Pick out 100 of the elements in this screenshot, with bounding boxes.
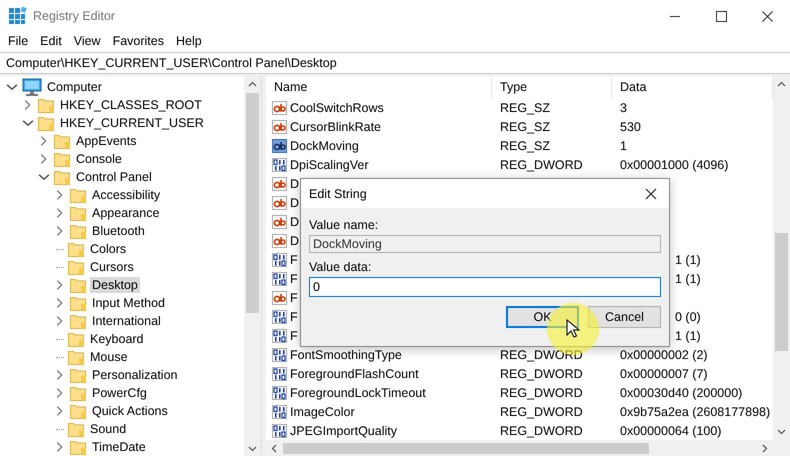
- folder-icon: [68, 421, 85, 437]
- cursor-icon: [566, 319, 580, 339]
- dialog-title: Edit String: [309, 186, 367, 200]
- value-type: REG_DWORD: [499, 366, 584, 380]
- tree-item[interactable]: Personalization: [90, 367, 180, 383]
- value-name[interactable]: F: [290, 310, 298, 324]
- tree-item[interactable]: Cursors: [88, 259, 136, 275]
- value-name[interactable]: ForegroundFlashCount: [290, 366, 419, 380]
- scroll-up-icon[interactable]: [247, 80, 258, 89]
- value-name[interactable]: F: [290, 252, 298, 266]
- scrollbar-thumb[interactable]: [246, 93, 259, 313]
- dialog-button[interactable]: OK: [506, 306, 579, 328]
- value-type: REG_SZ: [499, 100, 552, 114]
- folder-icon: [70, 367, 87, 383]
- tree-item[interactable]: Input Method: [90, 295, 167, 311]
- tree-item[interactable]: Computer: [45, 79, 104, 95]
- menu-item[interactable]: Edit: [34, 34, 68, 48]
- folder-icon: [70, 223, 87, 239]
- vertical-scrollbar[interactable]: [773, 76, 790, 440]
- computer-icon: [22, 78, 42, 96]
- menu-item[interactable]: Favorites: [106, 34, 170, 48]
- value-name[interactable]: FontSmoothingType: [290, 348, 402, 362]
- value-type: REG_SZ: [499, 120, 552, 134]
- maximize-icon[interactable]: [716, 10, 726, 22]
- folder-icon: [68, 331, 85, 347]
- window-title: Registry Editor: [33, 9, 115, 23]
- scroll-right-icon[interactable]: [760, 443, 769, 454]
- tree-item[interactable]: International: [90, 313, 163, 329]
- tree-item[interactable]: HKEY_CLASSES_ROOT: [58, 97, 204, 113]
- menu-item[interactable]: File: [2, 34, 34, 48]
- value-data: 3: [619, 100, 628, 114]
- close-icon[interactable]: [645, 188, 657, 200]
- tree-item[interactable]: Desktop: [90, 277, 140, 293]
- tree-item[interactable]: PowerCfg: [90, 385, 149, 401]
- value-type: REG_SZ: [499, 138, 552, 152]
- scroll-down-icon[interactable]: [247, 444, 258, 453]
- value-data-field[interactable]: 0: [309, 277, 661, 297]
- scroll-up-icon[interactable]: [776, 80, 787, 89]
- value-name[interactable]: F: [290, 328, 298, 342]
- value-data: 0 (0): [675, 310, 701, 324]
- value-name[interactable]: CoolSwitchRows: [290, 100, 384, 114]
- folder-icon: [70, 439, 87, 455]
- folder-icon: [54, 133, 71, 149]
- value-name[interactable]: F: [290, 290, 298, 304]
- menu-item[interactable]: View: [68, 34, 107, 48]
- menu-item[interactable]: Help: [170, 34, 208, 48]
- tree-item[interactable]: Mouse: [88, 349, 130, 365]
- value-name[interactable]: ImageColor: [290, 404, 355, 418]
- dialog-button[interactable]: Cancel: [588, 306, 661, 328]
- tree-item[interactable]: Control Panel: [74, 169, 154, 185]
- column-header[interactable]: Type: [492, 76, 612, 98]
- horizontal-scrollbar[interactable]: [266, 440, 790, 456]
- scroll-left-icon[interactable]: [270, 443, 279, 454]
- folder-icon: [70, 403, 87, 419]
- value-name[interactable]: D: [290, 234, 300, 248]
- value-name[interactable]: DockMoving: [290, 138, 359, 152]
- scrollbar-thumb[interactable]: [283, 443, 649, 454]
- close-icon[interactable]: [762, 10, 772, 22]
- value-name[interactable]: JPEGImportQuality: [290, 424, 397, 438]
- tree-item[interactable]: Bluetooth: [90, 223, 147, 239]
- address-bar[interactable]: Computer\HKEY_CURRENT_USER\Control Panel\Desktop: [0, 52, 790, 74]
- value-name[interactable]: D: [290, 176, 300, 190]
- tree-item[interactable]: Sound: [88, 421, 128, 437]
- folder-icon: [38, 115, 55, 131]
- folder-icon: [54, 169, 71, 185]
- tree-item[interactable]: Accessibility: [90, 187, 162, 203]
- value-data: 0x9b75a2ea (2608177898): [619, 404, 772, 418]
- tree-item[interactable]: Quick Actions: [90, 403, 170, 419]
- value-data: 1 (1): [675, 252, 701, 266]
- folder-icon: [68, 349, 85, 365]
- tree-item[interactable]: AppEvents: [74, 133, 138, 149]
- tree-item[interactable]: Appearance: [90, 205, 162, 221]
- vertical-scrollbar[interactable]: [244, 76, 261, 456]
- value-data: 0x00030d40 (200000): [619, 386, 744, 400]
- tree-item[interactable]: Keyboard: [88, 331, 146, 347]
- folder-icon: [70, 277, 87, 293]
- tree-item[interactable]: TimeDate: [90, 439, 148, 455]
- column-header[interactable]: Name: [266, 76, 492, 98]
- value-name-field[interactable]: DockMoving: [309, 235, 661, 253]
- scrollbar-thumb[interactable]: [775, 233, 788, 351]
- folder-icon: [54, 151, 71, 167]
- app-icon: [8, 7, 27, 25]
- value-name[interactable]: CursorBlinkRate: [290, 120, 382, 134]
- value-type: REG_DWORD: [499, 404, 584, 418]
- folder-icon: [70, 295, 87, 311]
- value-type: REG_DWORD: [499, 158, 584, 172]
- folder-icon: [38, 97, 55, 113]
- tree-item[interactable]: HKEY_CURRENT_USER: [58, 115, 206, 131]
- value-name[interactable]: D: [290, 196, 300, 210]
- tree-item[interactable]: Colors: [88, 241, 128, 257]
- value-name[interactable]: D: [290, 214, 300, 228]
- folder-icon: [68, 259, 85, 275]
- folder-icon: [70, 385, 87, 401]
- value-name[interactable]: DpiScalingVer: [290, 158, 369, 172]
- value-data: 0x00000002 (2): [619, 348, 709, 362]
- value-data: 1 (1): [675, 272, 701, 286]
- tree-item[interactable]: Console: [74, 151, 124, 167]
- scroll-down-icon[interactable]: [776, 427, 787, 436]
- value-name[interactable]: ForegroundLockTimeout: [290, 386, 426, 400]
- value-name[interactable]: F: [290, 272, 298, 286]
